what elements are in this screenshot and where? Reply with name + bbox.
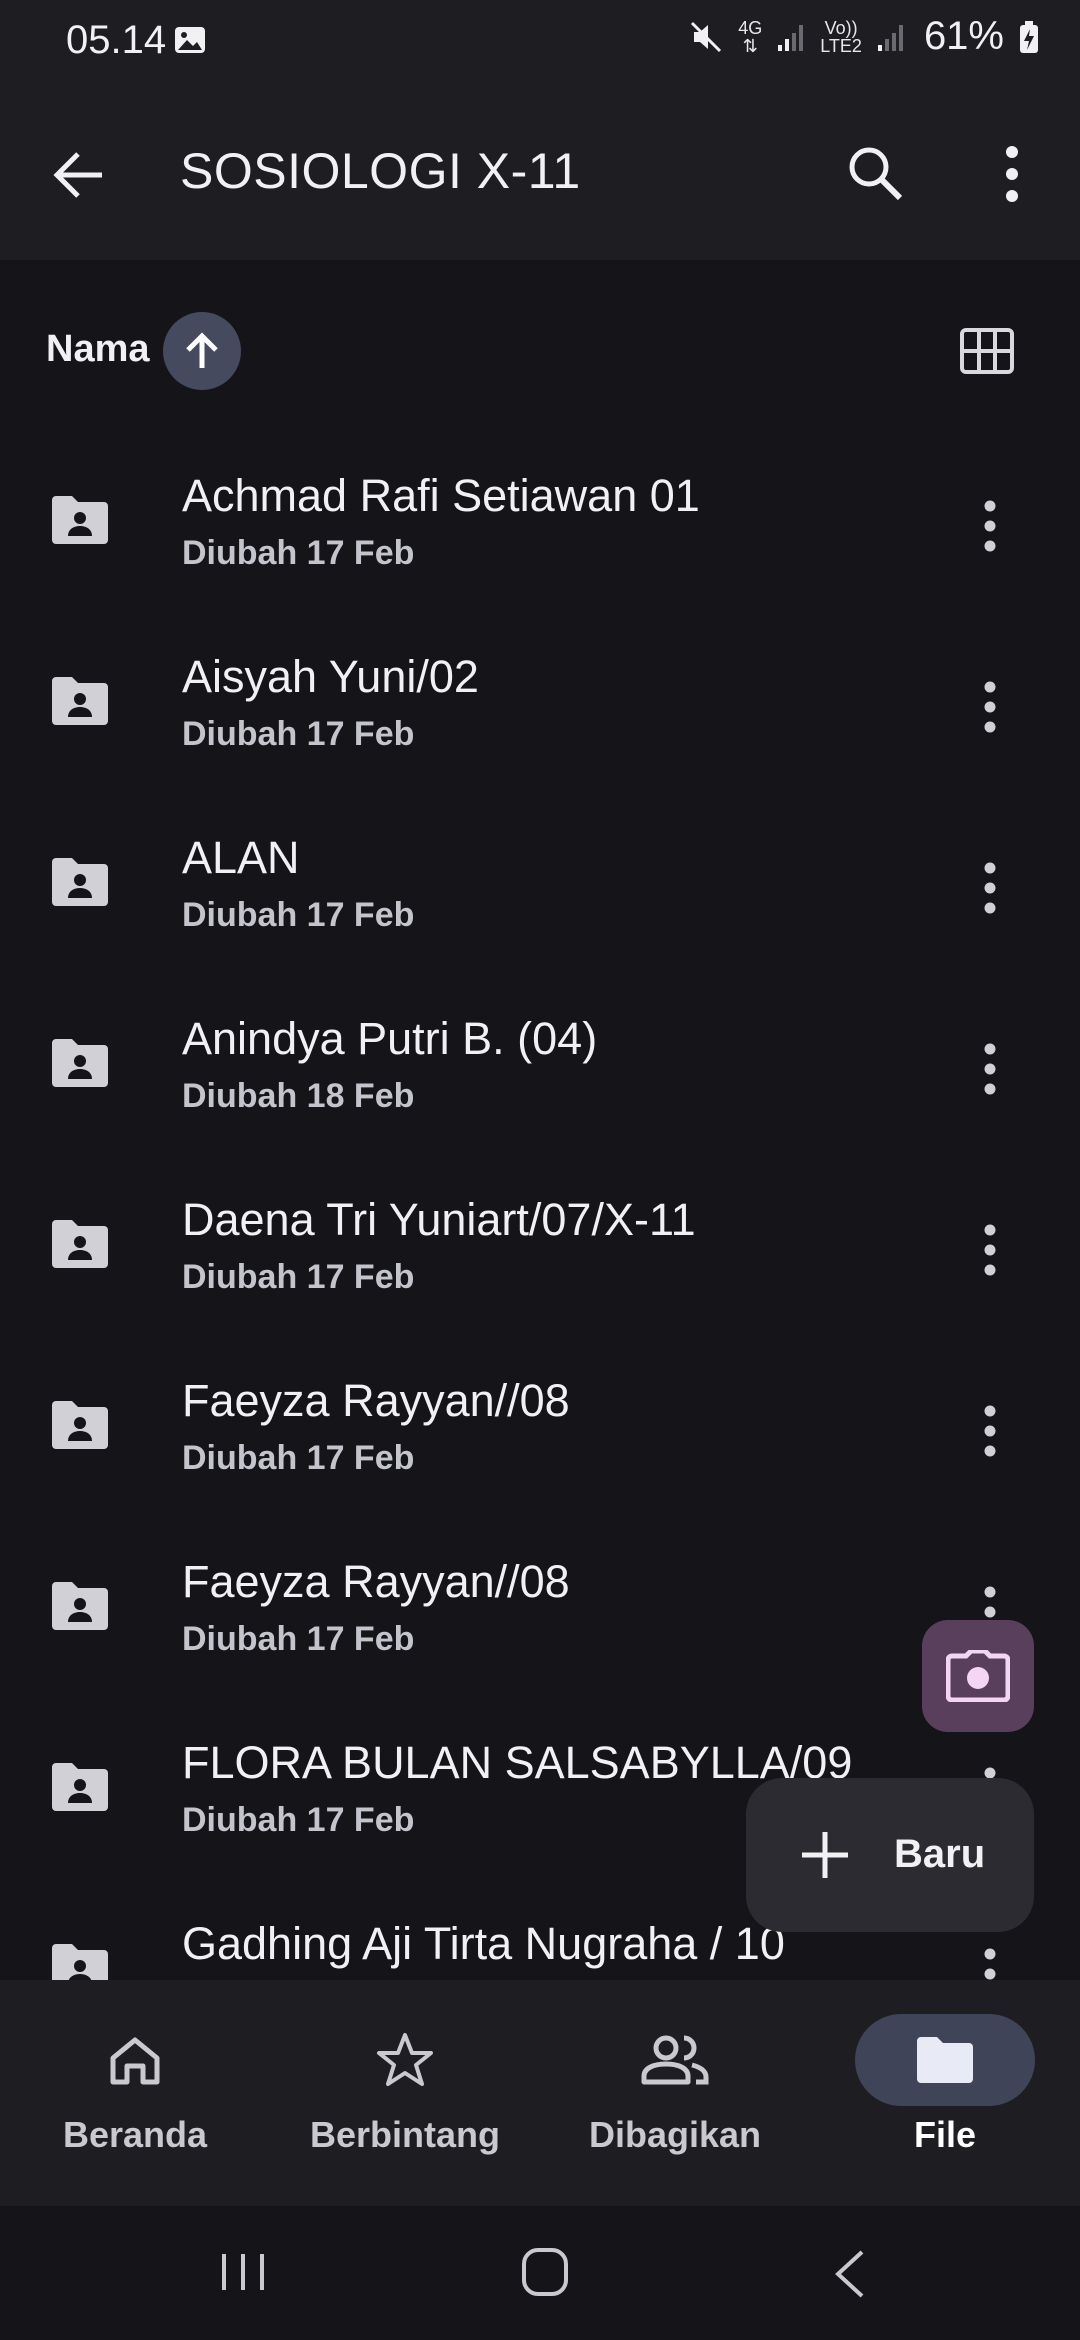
new-button[interactable]: Baru bbox=[746, 1778, 1034, 1932]
status-bar: 05.14 4G ⇅ Vo)) LTE2 61% bbox=[0, 0, 1080, 80]
shared-folder-icon bbox=[52, 1763, 108, 1811]
file-row[interactable]: Achmad Rafi Setiawan 01 Diubah 17 Feb bbox=[0, 420, 1080, 601]
file-row[interactable]: Faeyza Rayyan//08 Diubah 17 Feb bbox=[0, 1325, 1080, 1506]
gallery-notification-icon bbox=[175, 27, 205, 53]
drive-folder-screen: 05.14 4G ⇅ Vo)) LTE2 61% SOSIOLOGI X-11 … bbox=[0, 0, 1080, 2340]
shared-folder-icon bbox=[52, 1944, 108, 1980]
row-more-options-icon[interactable] bbox=[970, 1401, 1010, 1461]
home-button-icon[interactable] bbox=[520, 2246, 570, 2298]
shared-folder-icon bbox=[52, 677, 108, 725]
home-icon bbox=[110, 2037, 160, 2085]
file-name: Gadhing Aji Tirta Nugraha / 10 bbox=[182, 1918, 785, 1969]
search-icon[interactable] bbox=[840, 138, 912, 210]
row-more-options-icon[interactable] bbox=[970, 1944, 1010, 1980]
file-modified-date: Diubah 18 Feb bbox=[182, 1077, 415, 1115]
file-name: ALAN bbox=[182, 832, 300, 883]
nav-label-beranda: Beranda bbox=[62, 2114, 208, 2155]
file-row[interactable]: Anindya Putri B. (04) Diubah 18 Feb bbox=[0, 963, 1080, 1144]
shared-folder-icon bbox=[52, 858, 108, 906]
nav-label-berbintang: Berbintang bbox=[309, 2114, 500, 2155]
signal-2-icon bbox=[877, 24, 903, 51]
file-list: Achmad Rafi Setiawan 01 Diubah 17 Feb Aisy… bbox=[0, 420, 1080, 1980]
file-modified-date: Diubah 17 Feb bbox=[182, 1620, 415, 1658]
file-modified-date: Diubah 17 Feb bbox=[182, 1801, 415, 1839]
system-back-icon[interactable] bbox=[832, 2248, 868, 2300]
app-bar: SOSIOLOGI X-11 bbox=[0, 80, 1080, 260]
battery-charging-icon bbox=[1020, 20, 1038, 53]
star-icon bbox=[377, 2033, 433, 2086]
file-name: Anindya Putri B. (04) bbox=[182, 1013, 598, 1064]
file-modified-date: Diubah 17 Feb bbox=[182, 1258, 415, 1296]
nav-item-file[interactable]: File bbox=[810, 1980, 1080, 2206]
page-title: SOSIOLOGI X-11 bbox=[180, 143, 581, 199]
file-name: Daena Tri Yuniart/07/X-11 bbox=[182, 1194, 696, 1245]
row-more-options-icon[interactable] bbox=[970, 858, 1010, 918]
scan-camera-button[interactable] bbox=[922, 1620, 1034, 1732]
file-row[interactable]: ALAN Diubah 17 Feb bbox=[0, 782, 1080, 963]
recent-apps-icon[interactable] bbox=[218, 2250, 268, 2294]
system-navigation-bar bbox=[0, 2206, 1080, 2340]
nav-label-file: File bbox=[913, 2114, 976, 2155]
network-4g-label: 4G ⇅ bbox=[738, 17, 763, 56]
grid-view-icon[interactable] bbox=[960, 328, 1014, 374]
arrow-up-icon bbox=[186, 332, 218, 368]
file-modified-date: Diubah 17 Feb bbox=[182, 1439, 415, 1477]
file-name: FLORA BULAN SALSABYLLA/09 bbox=[182, 1737, 853, 1788]
new-button-label: Baru bbox=[894, 1832, 986, 1876]
signal-1-icon bbox=[778, 24, 804, 51]
shared-folder-icon bbox=[52, 1401, 108, 1449]
people-icon bbox=[641, 2035, 709, 2085]
nav-item-beranda[interactable]: Beranda bbox=[0, 1980, 270, 2206]
mute-icon bbox=[691, 21, 722, 52]
sort-direction-button[interactable] bbox=[163, 312, 241, 390]
file-modified-date: Diubah 17 Feb bbox=[182, 534, 415, 572]
status-icons: 4G ⇅ Vo)) LTE2 61% bbox=[688, 14, 1040, 59]
shared-folder-icon bbox=[52, 1582, 108, 1630]
nav-item-berbintang[interactable]: Berbintang bbox=[270, 1980, 540, 2206]
sort-by-name-label[interactable]: Nama bbox=[46, 328, 150, 371]
file-name: Achmad Rafi Setiawan 01 bbox=[182, 470, 700, 521]
nav-label-dibagikan: Dibagikan bbox=[588, 2114, 762, 2155]
row-more-options-icon[interactable] bbox=[970, 1039, 1010, 1099]
row-more-options-icon[interactable] bbox=[970, 496, 1010, 556]
row-more-options-icon[interactable] bbox=[970, 1220, 1010, 1280]
file-name: Faeyza Rayyan//08 bbox=[182, 1375, 570, 1426]
volte-label: Vo)) LTE2 bbox=[820, 17, 862, 56]
row-more-options-icon[interactable] bbox=[970, 677, 1010, 737]
file-row[interactable]: Daena Tri Yuniart/07/X-11 Diubah 17 Feb bbox=[0, 1144, 1080, 1325]
shared-folder-icon bbox=[52, 1220, 108, 1268]
shared-folder-icon bbox=[52, 1039, 108, 1087]
file-row[interactable]: Aisyah Yuni/02 Diubah 17 Feb bbox=[0, 601, 1080, 782]
battery-percent: 61% bbox=[923, 14, 1004, 58]
file-row[interactable]: Faeyza Rayyan//08 Diubah 17 Feb bbox=[0, 1506, 1080, 1687]
back-arrow-icon[interactable] bbox=[44, 140, 114, 210]
file-modified-date: Diubah 17 Feb bbox=[182, 896, 415, 934]
plus-icon bbox=[802, 1832, 848, 1878]
status-time: 05.14 bbox=[66, 18, 167, 62]
folder-icon bbox=[917, 2037, 973, 2083]
shared-folder-icon bbox=[52, 496, 108, 544]
nav-item-dibagikan[interactable]: Dibagikan bbox=[540, 1980, 810, 2206]
camera-icon bbox=[946, 1650, 1010, 1702]
file-name: Aisyah Yuni/02 bbox=[182, 651, 479, 702]
file-name: Faeyza Rayyan//08 bbox=[182, 1556, 570, 1607]
bottom-navigation: Beranda Berbintang Dibagikan File bbox=[0, 1980, 1080, 2206]
more-options-icon[interactable] bbox=[988, 138, 1036, 210]
file-modified-date: Diubah 17 Feb bbox=[182, 715, 415, 753]
